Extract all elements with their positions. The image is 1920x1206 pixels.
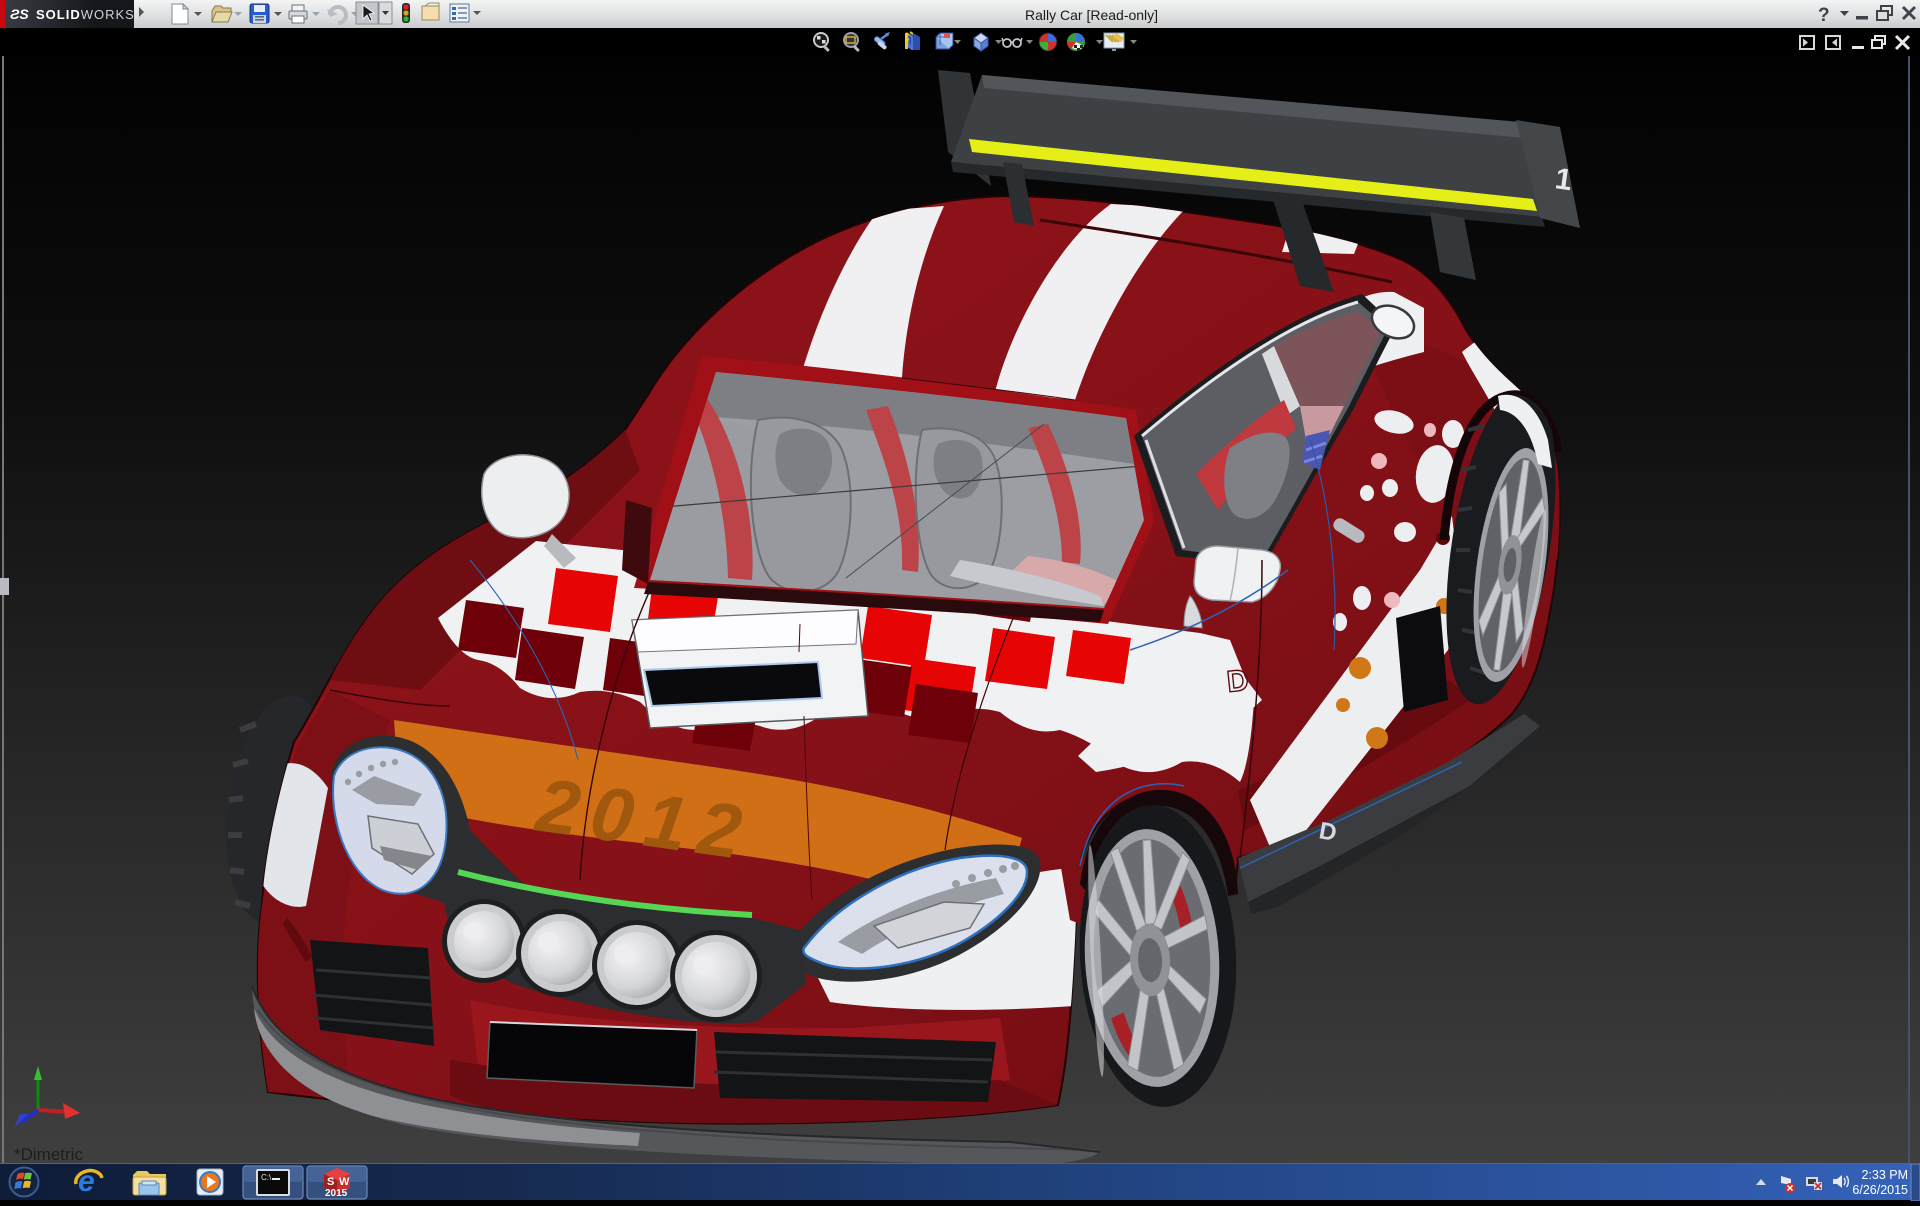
- svg-text:W: W: [339, 1176, 350, 1188]
- svg-text:2:33 PM: 2:33 PM: [1861, 1168, 1908, 1182]
- svg-text:6/26/2015: 6/26/2015: [1852, 1183, 1908, 1197]
- svg-text:C:\: C:\: [261, 1173, 272, 1182]
- svg-text:D: D: [1225, 664, 1250, 699]
- svg-text:S: S: [327, 1176, 334, 1188]
- svg-text:*Dimetric: *Dimetric: [14, 1145, 83, 1163]
- svg-text:?: ?: [1818, 5, 1830, 26]
- svg-text:2015: 2015: [325, 1188, 348, 1199]
